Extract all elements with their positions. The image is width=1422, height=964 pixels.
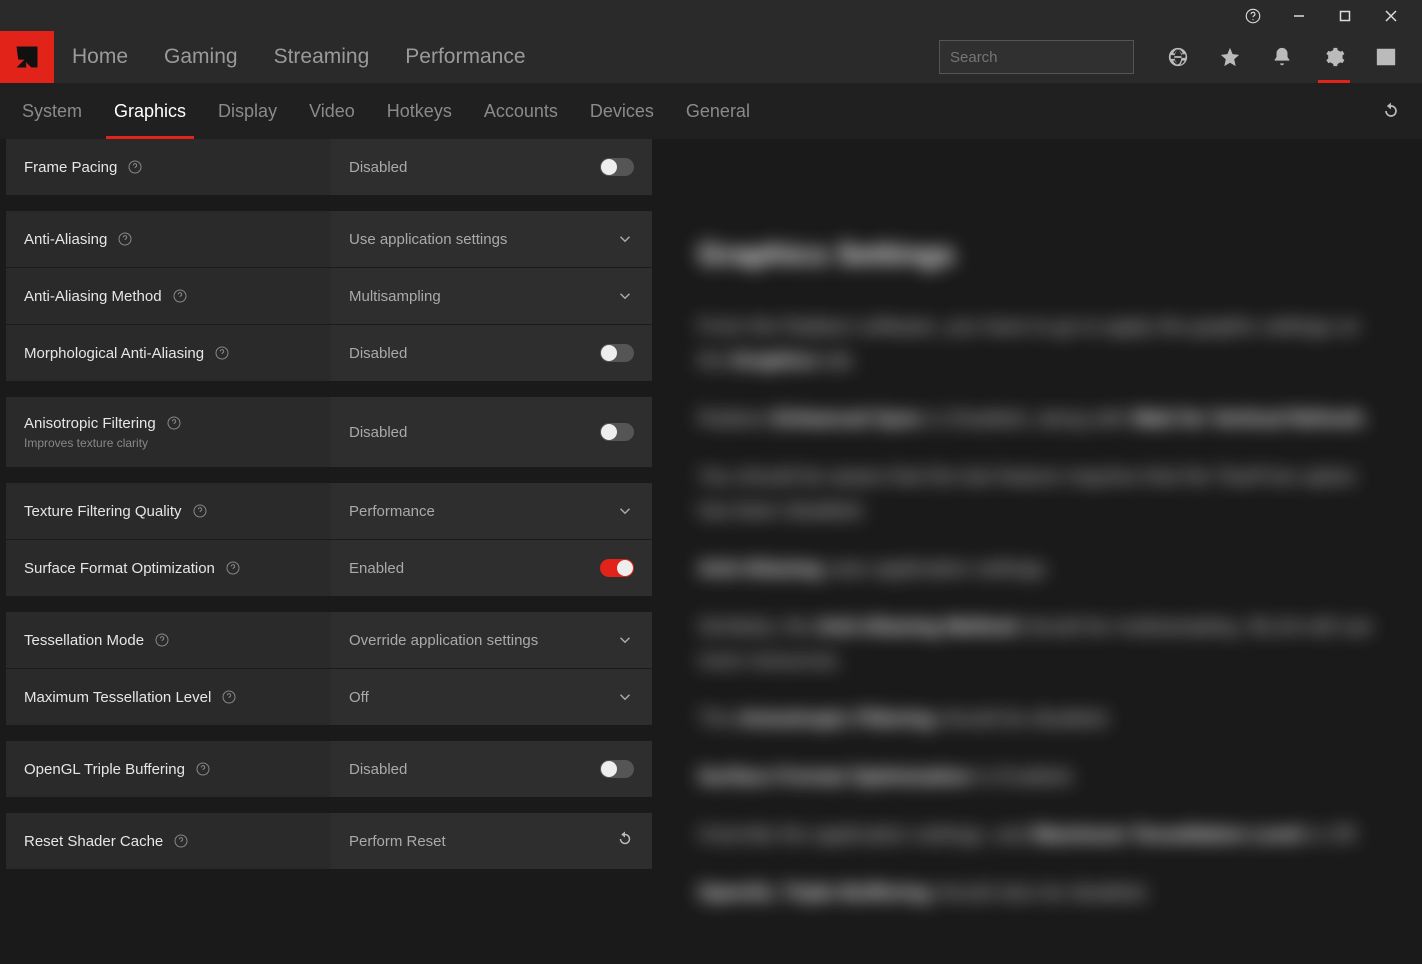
toggle-ogl-triple[interactable]: [600, 760, 634, 778]
setting-label-tex-filter: Texture Filtering Quality: [6, 483, 331, 539]
dropdown-anti-aliasing[interactable]: Use application settings: [331, 211, 652, 267]
setting-label-tess-mode: Tessellation Mode: [6, 612, 331, 668]
titlebar: [0, 0, 1422, 31]
tab-devices[interactable]: Devices: [574, 83, 670, 139]
setting-label-anisotropic: Anisotropic Filtering Improves texture c…: [6, 397, 331, 467]
setting-control-morph-aa: Disabled: [331, 325, 652, 381]
tab-system[interactable]: System: [6, 83, 98, 139]
setting-value: Perform Reset: [349, 833, 446, 850]
settings-icon[interactable]: [1308, 31, 1360, 83]
setting-label-frame-pacing: Frame Pacing: [6, 139, 331, 195]
setting-label-max-tess: Maximum Tessellation Level: [6, 669, 331, 725]
setting-label-aa-method: Anti-Aliasing Method: [6, 268, 331, 324]
web-icon[interactable]: [1152, 31, 1204, 83]
setting-value: Disabled: [349, 424, 407, 441]
setting-label-reset-shader: Reset Shader Cache: [6, 813, 331, 869]
settings-panel: Frame Pacing Disabled Anti-Aliasing Use …: [0, 139, 658, 964]
toggle-anisotropic[interactable]: [600, 423, 634, 441]
setting-value: Enabled: [349, 560, 404, 577]
help-icon[interactable]: [221, 689, 237, 705]
setting-value: Multisampling: [349, 288, 441, 305]
setting-value: Disabled: [349, 345, 407, 362]
tab-hotkeys[interactable]: Hotkeys: [371, 83, 468, 139]
setting-value: Disabled: [349, 159, 407, 176]
help-icon[interactable]: [127, 159, 143, 175]
close-button[interactable]: [1368, 0, 1414, 31]
bell-icon[interactable]: [1256, 31, 1308, 83]
nav-gaming[interactable]: Gaming: [146, 31, 256, 83]
chevron-down-icon: [616, 688, 634, 706]
dropdown-tess-mode[interactable]: Override application settings: [331, 612, 652, 668]
toggle-surface-format[interactable]: [600, 559, 634, 577]
button-reset-shader[interactable]: Perform Reset: [331, 813, 652, 869]
setting-value: Off: [349, 689, 369, 706]
tab-video[interactable]: Video: [293, 83, 371, 139]
setting-label-surface-format: Surface Format Optimization: [6, 540, 331, 596]
toggle-frame-pacing[interactable]: [600, 158, 634, 176]
help-icon[interactable]: [192, 503, 208, 519]
setting-value: Performance: [349, 503, 435, 520]
top-navbar: Home Gaming Streaming Performance: [0, 31, 1422, 83]
help-icon[interactable]: [172, 288, 188, 304]
help-icon[interactable]: [154, 632, 170, 648]
sidebar-toggle-icon[interactable]: [1360, 31, 1412, 83]
chevron-down-icon: [616, 287, 634, 305]
setting-control-ogl-triple: Disabled: [331, 741, 652, 797]
setting-control-frame-pacing: Disabled: [331, 139, 652, 195]
star-icon[interactable]: [1204, 31, 1256, 83]
setting-control-surface-format: Enabled: [331, 540, 652, 596]
top-icons: [1152, 31, 1422, 83]
toggle-morph-aa[interactable]: [600, 344, 634, 362]
reset-defaults-button[interactable]: [1366, 83, 1416, 139]
chevron-down-icon: [616, 631, 634, 649]
help-icon[interactable]: [166, 415, 182, 431]
article-title: Graphics Settings: [698, 229, 1382, 280]
chevron-down-icon: [616, 230, 634, 248]
setting-control-anisotropic: Disabled: [331, 397, 652, 467]
help-icon[interactable]: [225, 560, 241, 576]
tab-accounts[interactable]: Accounts: [468, 83, 574, 139]
tab-general[interactable]: General: [670, 83, 766, 139]
tab-display[interactable]: Display: [202, 83, 293, 139]
help-icon[interactable]: [214, 345, 230, 361]
help-icon[interactable]: [173, 833, 189, 849]
settings-subnav: System Graphics Display Video Hotkeys Ac…: [0, 83, 1422, 139]
help-icon[interactable]: [117, 231, 133, 247]
setting-value: Override application settings: [349, 632, 538, 649]
search-input[interactable]: [950, 49, 1149, 66]
setting-label-anti-aliasing: Anti-Aliasing: [6, 211, 331, 267]
maximize-button[interactable]: [1322, 0, 1368, 31]
dropdown-tex-filter[interactable]: Performance: [331, 483, 652, 539]
nav-streaming[interactable]: Streaming: [256, 31, 388, 83]
help-icon[interactable]: [1230, 0, 1276, 31]
nav-performance[interactable]: Performance: [387, 31, 543, 83]
reset-icon: [1381, 101, 1401, 121]
help-article: Graphics Settings From the Radeon softwa…: [658, 139, 1422, 964]
amd-logo[interactable]: [0, 31, 54, 83]
main-menu: Home Gaming Streaming Performance: [54, 31, 544, 83]
nav-home[interactable]: Home: [54, 31, 146, 83]
setting-label-ogl-triple: OpenGL Triple Buffering: [6, 741, 331, 797]
setting-label-morph-aa: Morphological Anti-Aliasing: [6, 325, 331, 381]
search-box[interactable]: [939, 40, 1134, 74]
chevron-down-icon: [616, 502, 634, 520]
setting-value: Disabled: [349, 761, 407, 778]
help-icon[interactable]: [195, 761, 211, 777]
dropdown-aa-method[interactable]: Multisampling: [331, 268, 652, 324]
dropdown-max-tess[interactable]: Off: [331, 669, 652, 725]
tab-graphics[interactable]: Graphics: [98, 83, 202, 139]
minimize-button[interactable]: [1276, 0, 1322, 31]
setting-value: Use application settings: [349, 231, 507, 248]
reset-icon: [616, 830, 634, 852]
setting-hint: Improves texture clarity: [24, 436, 313, 450]
